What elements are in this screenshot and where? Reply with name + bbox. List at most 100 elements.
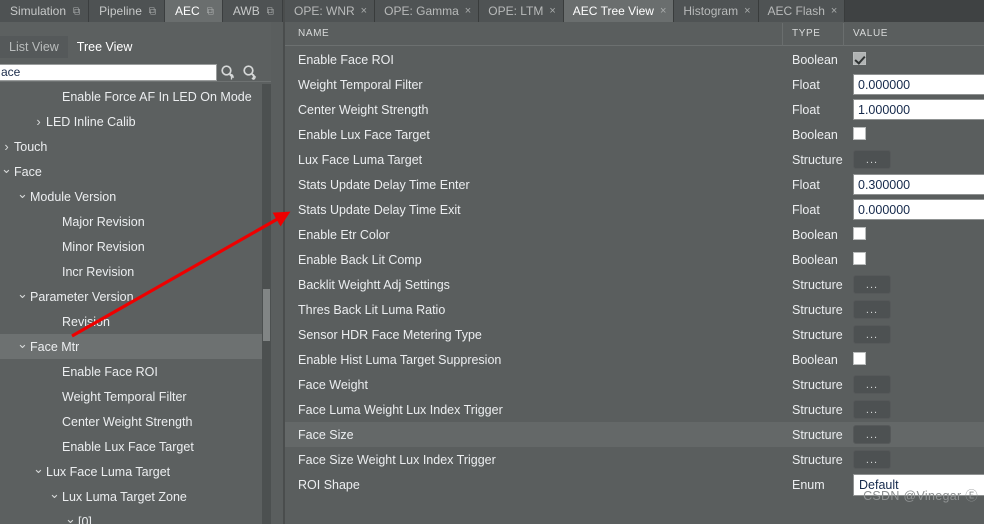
table-row[interactable]: Enable Hist Luma Target Suppresion Boolea… <box>285 347 984 372</box>
value-dropdown[interactable]: Default <box>853 473 984 496</box>
module-tab-simulation[interactable]: Simulation ⧉ <box>0 0 90 22</box>
tree-item[interactable]: ⌄ Face <box>0 159 262 184</box>
document-tab-ope-wnr[interactable]: OPE: WNR × <box>285 0 376 22</box>
chevron-down-icon[interactable]: ⌄ <box>16 337 29 352</box>
table-row[interactable]: Sensor HDR Face Metering Type Structure..… <box>285 322 984 347</box>
tree-vertical-scrollbar[interactable] <box>262 84 271 524</box>
search-down-icon[interactable] <box>239 62 261 82</box>
value-text-input[interactable] <box>853 199 984 220</box>
pin-icon[interactable]: ⧉ <box>267 5 274 17</box>
chevron-down-icon[interactable]: ⌄ <box>0 162 13 177</box>
column-separator[interactable] <box>843 23 844 46</box>
module-tab-aec[interactable]: AEC ⧉ <box>165 0 223 22</box>
table-row[interactable]: Weight Temporal FilterFloatNever Tune <box>285 72 984 97</box>
open-structure-button[interactable]: ... <box>853 450 891 469</box>
table-row[interactable]: Enable Back Lit CompBooleanRarely Tune <box>285 247 984 272</box>
table-row[interactable]: Thres Back Lit Luma RatioStructure...Nev… <box>285 297 984 322</box>
chevron-down-icon[interactable]: ⌄ <box>16 287 29 302</box>
chevron-down-icon[interactable]: ⌄ <box>16 187 29 202</box>
table-row[interactable]: Enable Lux Face TargetBooleanRarely Tune <box>285 122 984 147</box>
tab-list-view[interactable]: List View <box>0 36 68 58</box>
value-checkbox[interactable] <box>853 351 866 365</box>
pin-icon[interactable]: ⧉ <box>73 5 80 17</box>
module-tab-awb[interactable]: AWB ⧉ <box>222 0 283 22</box>
value-checkbox[interactable] <box>853 51 866 65</box>
search-input[interactable] <box>0 63 217 81</box>
document-tab-ope-gamma[interactable]: OPE: Gamma × <box>375 0 480 22</box>
table-row[interactable]: Face SizeStructure...Never Tune <box>285 422 984 447</box>
tree-item[interactable]: › Touch <box>0 134 262 159</box>
column-header-name[interactable]: NAME <box>298 28 329 39</box>
cell-parameter-type: Boolean <box>792 227 838 242</box>
close-icon[interactable]: × <box>549 5 555 17</box>
open-structure-button[interactable]: ... <box>853 300 891 319</box>
chevron-down-icon[interactable]: ⌄ <box>64 512 77 524</box>
column-header-value[interactable]: VALUE <box>853 28 888 39</box>
close-icon[interactable]: × <box>465 5 471 17</box>
module-tab-label: AEC <box>175 4 200 18</box>
tree-item[interactable]: Minor Revision <box>0 234 262 259</box>
chevron-right-icon[interactable]: › <box>0 139 13 154</box>
chevron-down-icon[interactable]: ⌄ <box>32 462 45 477</box>
chevron-right-icon[interactable]: › <box>32 114 45 129</box>
chevron-down-icon[interactable]: ⌄ <box>48 487 61 502</box>
search-up-icon[interactable] <box>217 62 239 82</box>
table-row[interactable]: Face WeightStructure...Never Tune <box>285 372 984 397</box>
close-icon[interactable]: × <box>744 5 750 17</box>
tree-item[interactable]: Weight Temporal Filter <box>0 384 262 409</box>
tree-item[interactable]: › LED Inline Calib <box>0 109 262 134</box>
table-row[interactable]: Stats Update Delay Time ExitFloatRarely … <box>285 197 984 222</box>
tree-item[interactable]: Enable Lux Face Target <box>0 434 262 459</box>
tree-item[interactable]: ⌄ Face Mtr <box>0 334 262 359</box>
value-checkbox[interactable] <box>853 126 866 140</box>
parameter-tree[interactable]: Enable Force AF In LED On Mode › LED Inlin… <box>0 84 262 524</box>
pin-icon[interactable]: ⧉ <box>149 5 156 17</box>
tree-item[interactable]: ⌄ Lux Luma Target Zone <box>0 484 262 509</box>
table-row[interactable]: Center Weight StrengthFloatRarely Tune <box>285 97 984 122</box>
document-tab-aec-tree-view[interactable]: AEC Tree View × <box>563 0 675 22</box>
cell-parameter-value: ... <box>853 275 891 294</box>
value-text-input[interactable] <box>853 99 984 120</box>
open-structure-button[interactable]: ... <box>853 425 891 444</box>
table-row[interactable]: Face Luma Weight Lux Index Trigger Struct… <box>285 397 984 422</box>
open-structure-button[interactable]: ... <box>853 375 891 394</box>
close-icon[interactable]: × <box>361 5 367 17</box>
tree-item[interactable]: ⌄ Lux Face Luma Target <box>0 459 262 484</box>
tree-item[interactable]: Center Weight Strength <box>0 409 262 434</box>
table-row[interactable]: Enable Etr ColorBooleanRarely Tune <box>285 222 984 247</box>
tree-scrollbar-thumb[interactable] <box>263 289 270 341</box>
tree-item[interactable]: Enable Face ROI <box>0 359 262 384</box>
column-separator[interactable] <box>782 23 783 46</box>
table-row[interactable]: Backlit Weightt Adj Settings Structure...… <box>285 272 984 297</box>
tree-item-label: Touch <box>14 139 48 154</box>
tree-item[interactable]: ⌄ [0] <box>0 509 262 524</box>
table-row[interactable]: Enable Face ROIBooleanOften Tune <box>285 47 984 72</box>
table-row[interactable]: ROI ShapeEnumDefaultNever Tune <box>285 472 984 497</box>
close-icon[interactable]: × <box>660 5 666 17</box>
close-icon[interactable]: × <box>831 5 837 17</box>
module-tab-pipeline[interactable]: Pipeline ⧉ <box>89 0 166 22</box>
tree-item[interactable]: Enable Force AF In LED On Mode <box>0 84 262 109</box>
tree-item[interactable]: Incr Revision <box>0 259 262 284</box>
value-checkbox[interactable] <box>853 251 866 265</box>
table-row[interactable]: Lux Face Luma TargetStructure...Must Tun… <box>285 147 984 172</box>
open-structure-button[interactable]: ... <box>853 325 891 344</box>
pin-icon[interactable]: ⧉ <box>207 5 214 17</box>
value-checkbox[interactable] <box>853 226 866 240</box>
tab-tree-view[interactable]: Tree View <box>67 36 142 58</box>
open-structure-button[interactable]: ... <box>853 150 891 169</box>
column-header-type[interactable]: TYPE <box>792 28 821 39</box>
value-text-input[interactable] <box>853 174 984 195</box>
document-tab-histogram[interactable]: Histogram × <box>674 0 759 22</box>
tree-item[interactable]: Major Revision <box>0 209 262 234</box>
table-row[interactable]: Stats Update Delay Time EnterFloatRarely… <box>285 172 984 197</box>
tree-item[interactable]: ⌄ Parameter Version <box>0 284 262 309</box>
tree-item[interactable]: Revision <box>0 309 262 334</box>
open-structure-button[interactable]: ... <box>853 275 891 294</box>
table-row[interactable]: Face Size Weight Lux Index Trigger Struct… <box>285 447 984 472</box>
value-text-input[interactable] <box>853 74 984 95</box>
tree-item[interactable]: ⌄ Module Version <box>0 184 262 209</box>
open-structure-button[interactable]: ... <box>853 400 891 419</box>
document-tab-aec-flash[interactable]: AEC Flash × <box>758 0 846 22</box>
document-tab-ope-ltm[interactable]: OPE: LTM × <box>479 0 564 22</box>
